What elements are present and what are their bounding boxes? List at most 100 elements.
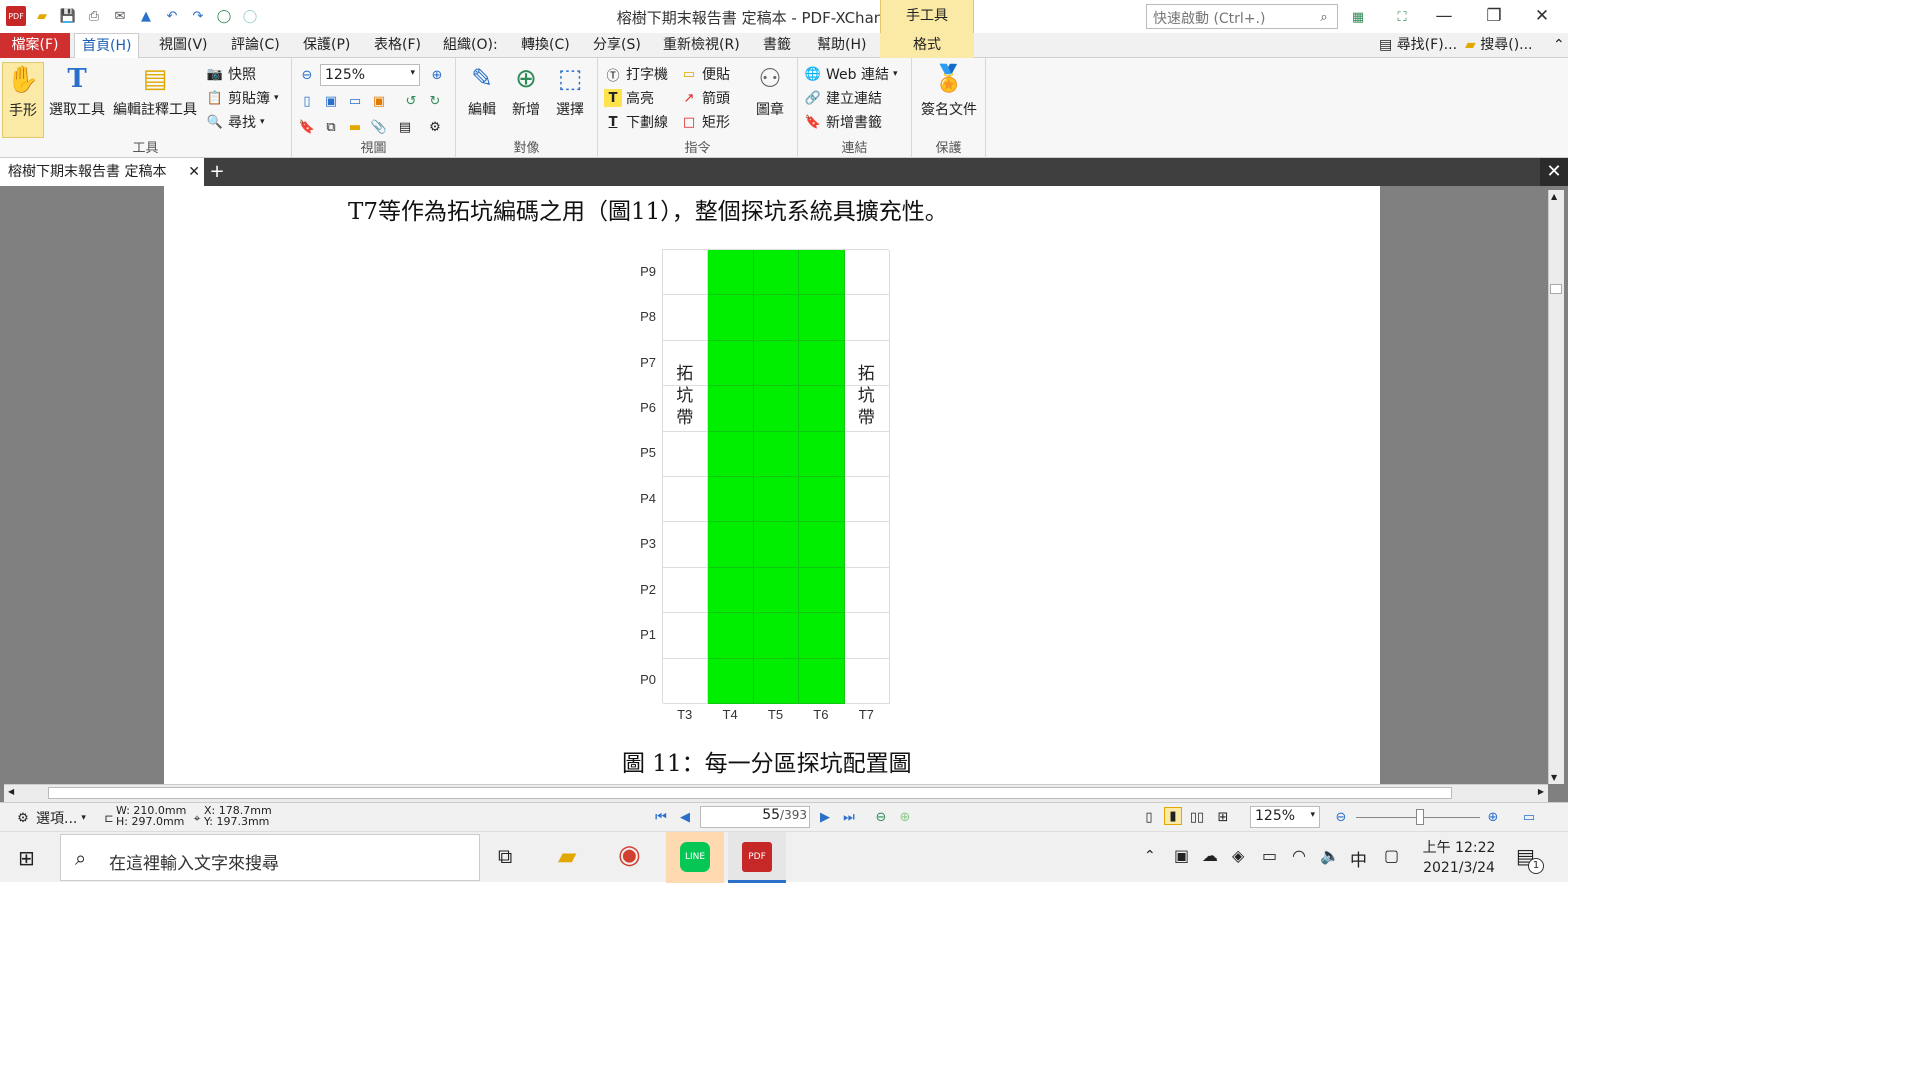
line-app-icon[interactable]: LINE <box>666 832 724 883</box>
menu-file[interactable]: 檔案(F) <box>0 33 70 58</box>
scroll-right-icon[interactable]: ▶ <box>1538 787 1544 796</box>
actual-size-icon[interactable]: ▯ <box>298 92 316 110</box>
menu-search[interactable]: ▰ 搜尋()... <box>1458 33 1540 58</box>
options-button[interactable]: ⚙ 選項... ▾ <box>14 808 86 828</box>
comments-panel-icon[interactable]: ▬ <box>346 118 364 136</box>
scroll-up-icon[interactable]: ▲ <box>1551 192 1557 201</box>
rotate-left-icon[interactable]: ↺ <box>402 92 420 110</box>
ui-options-icon[interactable]: ▦ <box>1348 7 1368 27</box>
pages-panel-icon[interactable]: ⧉ <box>322 118 340 136</box>
document-tab[interactable]: 榕樹下期末報告書 定稿本 ✕ <box>0 158 204 186</box>
status-zoom-in-icon[interactable]: ⊕ <box>1484 808 1502 826</box>
new-tab-button[interactable]: + <box>206 158 228 186</box>
next-page-icon[interactable]: ▶ <box>816 808 834 826</box>
menu-protect[interactable]: 保護(P) <box>296 33 357 58</box>
battery-icon[interactable]: ▭ <box>1262 846 1277 865</box>
dropbox-icon[interactable]: ◈ <box>1232 846 1244 865</box>
show-hidden-icons-icon[interactable]: ⌃ <box>1144 848 1156 864</box>
first-page-icon[interactable]: ⏮ <box>652 808 670 826</box>
meet-now-icon[interactable]: ▣ <box>1174 846 1189 865</box>
horizontal-scroll-thumb[interactable] <box>48 787 1452 799</box>
highlight-button[interactable]: T 高亮 <box>604 88 654 108</box>
menu-view[interactable]: 視圖(V) <box>152 33 215 58</box>
add-objects-button[interactable]: ⊕ 新增 <box>504 62 548 119</box>
clock[interactable]: 上午 12:22 2021/3/24 <box>1414 838 1504 878</box>
volume-icon[interactable]: 🔈 <box>1320 846 1340 865</box>
sticky-note-button[interactable]: ▭ 便貼 <box>680 64 730 84</box>
zoom-select[interactable]: 125% ▾ <box>320 64 420 86</box>
underline-button[interactable]: T 下劃線 <box>604 112 668 132</box>
taskbar-search-box[interactable]: ⌕ 在這裡輸入文字來搜尋 <box>60 834 480 881</box>
context-subtab-format[interactable]: 格式 <box>880 33 974 58</box>
pdf-xchange-taskbar-icon[interactable]: PDF <box>728 832 786 883</box>
snapshot-button[interactable]: 📷 快照 <box>206 64 256 84</box>
restore-button[interactable]: ❐ <box>1470 4 1518 29</box>
facing-pages-icon[interactable]: ▯▯ <box>1188 808 1206 826</box>
minimize-button[interactable]: — <box>1420 4 1468 29</box>
menu-share[interactable]: 分享(S) <box>586 33 648 58</box>
select-objects-button[interactable]: ⬚ 選擇 <box>548 62 592 119</box>
zoom-in-icon[interactable]: ⊕ <box>428 66 446 84</box>
task-view-icon[interactable]: ⧉ <box>498 844 512 868</box>
typewriter-button[interactable]: Ⓣ 打字機 <box>604 64 668 84</box>
ime-indicator[interactable]: 中 <box>1350 846 1367 871</box>
create-link-button[interactable]: 🔗 建立連結 <box>804 88 882 108</box>
page-number-field[interactable]: 55/393 <box>700 806 810 828</box>
vertical-scroll-thumb[interactable] <box>1550 284 1562 294</box>
clipboard-button[interactable]: 📋 剪貼簿 ▾ <box>206 88 279 108</box>
continuous-page-icon[interactable]: ▮ <box>1164 807 1182 825</box>
hand-tool-button[interactable]: ✋ 手形 <box>2 62 44 138</box>
edit-objects-button[interactable]: ✎ 編輯 <box>460 62 504 119</box>
close-all-icon[interactable]: ✕ <box>1540 158 1568 186</box>
menu-form[interactable]: 表格(F) <box>367 33 428 58</box>
find-button[interactable]: 🔍 尋找 ▾ <box>206 112 265 132</box>
quick-launch-input[interactable]: 快速啟動 (Ctrl+.) <box>1146 4 1338 29</box>
next-view-icon[interactable]: ⊕ <box>896 808 914 826</box>
menu-help[interactable]: 幫助(H) <box>810 33 873 58</box>
view-mode-icon[interactable]: ▭ <box>1520 808 1538 826</box>
arrow-button[interactable]: ↗ 箭頭 <box>680 88 730 108</box>
search-icon[interactable]: ⌕ <box>1314 7 1334 27</box>
collapse-ribbon-icon[interactable]: ⌃ <box>1546 33 1572 58</box>
status-zoom-out-icon[interactable]: ⊖ <box>1332 808 1350 826</box>
sign-document-button[interactable]: 🏅 簽名文件 <box>914 62 984 119</box>
menu-review[interactable]: 重新檢視(R) <box>656 33 747 58</box>
fit-width-icon[interactable]: ▭ <box>346 92 364 110</box>
prev-page-icon[interactable]: ◀ <box>676 808 694 826</box>
close-tab-icon[interactable]: ✕ <box>188 158 200 186</box>
ime-mode-icon[interactable]: ▢ <box>1384 846 1399 865</box>
stamp-button[interactable]: ⚇ 圖章 <box>748 62 792 119</box>
attachments-panel-icon[interactable]: 📎 <box>370 118 388 136</box>
rotate-right-icon[interactable]: ↻ <box>426 92 444 110</box>
close-button[interactable]: ✕ <box>1518 4 1566 29</box>
horizontal-scrollbar[interactable]: ◀ ▶ <box>4 784 1548 802</box>
menu-home[interactable]: 首頁(H) <box>74 33 140 58</box>
fit-page-icon[interactable]: ▣ <box>322 92 340 110</box>
scroll-left-icon[interactable]: ◀ <box>8 787 14 796</box>
vertical-scrollbar[interactable]: ▲ ▼ <box>1548 190 1564 784</box>
facing-continuous-icon[interactable]: ⊞ <box>1214 808 1232 826</box>
fullscreen-icon[interactable]: ⛶ <box>1392 7 1412 27</box>
scroll-down-icon[interactable]: ▼ <box>1551 773 1557 782</box>
file-explorer-icon[interactable]: ▰ <box>558 842 576 870</box>
menu-comment[interactable]: 評論(C) <box>224 33 287 58</box>
prev-view-icon[interactable]: ⊖ <box>872 808 890 826</box>
status-zoom-select[interactable]: 125% ▾ <box>1250 806 1320 828</box>
menu-find[interactable]: ▤ 尋找(F)... <box>1372 33 1464 58</box>
zoom-slider-thumb[interactable] <box>1416 809 1424 825</box>
menu-organize[interactable]: 組織(O): <box>436 33 505 58</box>
fit-visible-icon[interactable]: ▣ <box>370 92 388 110</box>
rectangle-button[interactable]: □ 矩形 <box>680 112 730 132</box>
add-bookmark-button[interactable]: 🔖 新增書籤 <box>804 112 882 132</box>
zoom-out-icon[interactable]: ⊖ <box>298 66 316 84</box>
single-page-icon[interactable]: ▯ <box>1140 808 1158 826</box>
settings-panel-icon[interactable]: ⚙ <box>426 118 444 136</box>
windows-start-icon[interactable]: ⊞ <box>18 846 35 870</box>
menu-convert[interactable]: 轉換(C) <box>514 33 577 58</box>
last-page-icon[interactable]: ⏭ <box>840 808 858 826</box>
onedrive-icon[interactable]: ☁ <box>1202 846 1218 865</box>
bookmarks-panel-icon[interactable]: 🔖 <box>298 118 316 136</box>
wifi-icon[interactable]: ◠ <box>1292 846 1306 865</box>
context-tab-hand-tool[interactable]: 手工具 <box>880 0 974 33</box>
menu-bookmarks[interactable]: 書籤 <box>756 33 798 58</box>
